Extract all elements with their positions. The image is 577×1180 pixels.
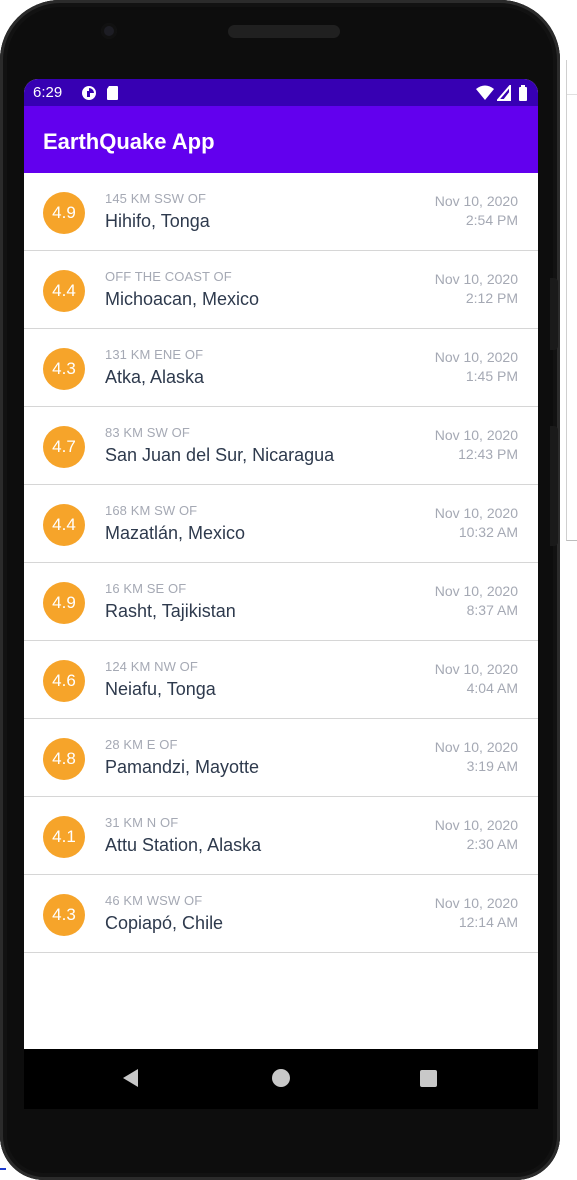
primary-location: Neiafu, Tonga	[105, 679, 216, 699]
status-time: 6:29	[33, 84, 63, 101]
location-offset: 168 KM SW OF	[105, 503, 198, 518]
quake-time: 12:14 AM	[458, 914, 518, 930]
magnitude-badge: 4.9	[43, 582, 85, 624]
background-divider	[567, 94, 577, 95]
background-window-edge	[566, 60, 577, 541]
back-icon[interactable]	[123, 1069, 138, 1087]
primary-location: Rasht, Tajikistan	[105, 601, 236, 621]
app-bar: EarthQuake App	[24, 106, 538, 173]
quake-date: Nov 10, 2020	[434, 271, 518, 287]
quake-date: Nov 10, 2020	[434, 583, 518, 599]
phone-frame: 6:29 EarthQuake App 4.9 145 KM SSW OF Hi…	[0, 0, 560, 1180]
data-saver-icon	[82, 86, 96, 100]
earthquake-list-item[interactable]: 4.4 168 KM SW OF Mazatlán, Mexico Nov 10…	[24, 485, 538, 563]
earthquake-list-item[interactable]: 4.1 31 KM N OF Attu Station, Alaska Nov …	[24, 797, 538, 875]
quake-date: Nov 10, 2020	[434, 349, 518, 365]
earthquake-list-item[interactable]: 4.3 131 KM ENE OF Atka, Alaska Nov 10, 2…	[24, 329, 538, 407]
quake-time: 3:19 AM	[466, 758, 518, 774]
quake-date: Nov 10, 2020	[434, 505, 518, 521]
quake-time: 4:04 AM	[466, 680, 518, 696]
earthquake-list-item[interactable]: 4.3 46 KM WSW OF Copiapó, Chile Nov 10, …	[24, 875, 538, 953]
quake-date: Nov 10, 2020	[434, 895, 518, 911]
background-link-fragment	[0, 1160, 6, 1170]
volume-button	[550, 278, 558, 350]
magnitude-badge: 4.6	[43, 660, 85, 702]
primary-location: Hihifo, Tonga	[105, 211, 210, 231]
quake-date: Nov 10, 2020	[434, 427, 518, 443]
location-offset: 145 KM SSW OF	[105, 191, 206, 206]
quake-date: Nov 10, 2020	[434, 817, 518, 833]
battery-icon	[519, 85, 527, 101]
location-offset: 46 KM WSW OF	[105, 893, 203, 908]
status-bar: 6:29	[24, 79, 538, 106]
quake-date: Nov 10, 2020	[434, 739, 518, 755]
earpiece-speaker	[228, 25, 340, 38]
wifi-icon	[476, 85, 494, 100]
location-offset: 28 KM E OF	[105, 737, 178, 752]
earthquake-list-item[interactable]: 4.7 83 KM SW OF San Juan del Sur, Nicara…	[24, 407, 538, 485]
primary-location: Pamandzi, Mayotte	[105, 757, 260, 777]
magnitude-badge: 4.8	[43, 738, 85, 780]
location-offset: 83 KM SW OF	[105, 425, 190, 440]
sd-card-icon	[107, 86, 118, 100]
magnitude-badge: 4.1	[43, 816, 85, 858]
primary-location: Atka, Alaska	[105, 367, 205, 387]
quake-date: Nov 10, 2020	[434, 661, 518, 677]
primary-location: Mazatlán, Mexico	[105, 523, 246, 543]
recents-icon[interactable]	[420, 1070, 437, 1087]
quake-time: 2:12 PM	[465, 290, 518, 306]
quake-time: 2:30 AM	[466, 836, 518, 852]
earthquake-list-item[interactable]: 4.6 124 KM NW OF Neiafu, Tonga Nov 10, 2…	[24, 641, 538, 719]
magnitude-badge: 4.9	[43, 192, 85, 234]
location-offset: 131 KM ENE OF	[105, 347, 204, 362]
magnitude-badge: 4.3	[43, 348, 85, 390]
magnitude-badge: 4.4	[43, 270, 85, 312]
app-title: EarthQuake App	[43, 129, 215, 154]
earthquake-list-item[interactable]: 4.8 28 KM E OF Pamandzi, Mayotte Nov 10,…	[24, 719, 538, 797]
quake-time: 12:43 PM	[458, 446, 518, 462]
navigation-bar	[24, 1049, 538, 1109]
magnitude-badge: 4.7	[43, 426, 85, 468]
front-camera	[101, 23, 117, 39]
location-offset: OFF THE COAST OF	[105, 269, 232, 284]
location-offset: 16 KM SE OF	[105, 581, 187, 596]
magnitude-badge: 4.4	[43, 504, 85, 546]
quake-time: 10:32 AM	[458, 524, 518, 540]
primary-location: San Juan del Sur, Nicaragua	[105, 445, 335, 465]
location-offset: 31 KM N OF	[105, 815, 179, 830]
quake-time: 8:37 AM	[466, 602, 518, 618]
earthquake-list-item[interactable]: 4.9 16 KM SE OF Rasht, Tajikistan Nov 10…	[24, 563, 538, 641]
cell-signal-icon	[497, 85, 511, 101]
quake-time: 2:54 PM	[465, 212, 518, 228]
primary-location: Michoacan, Mexico	[105, 289, 260, 309]
earthquake-list-item[interactable]: 4.9 145 KM SSW OF Hihifo, Tonga Nov 10, …	[24, 173, 538, 251]
location-offset: 124 KM NW OF	[105, 659, 198, 674]
primary-location: Attu Station, Alaska	[105, 835, 262, 855]
home-icon[interactable]	[272, 1069, 290, 1087]
magnitude-badge: 4.3	[43, 894, 85, 936]
power-button	[550, 426, 558, 546]
primary-location: Copiapó, Chile	[105, 913, 224, 933]
quake-date: Nov 10, 2020	[434, 193, 518, 209]
device-screen: 6:29 EarthQuake App 4.9 145 KM SSW OF Hi…	[24, 79, 538, 1103]
quake-time: 1:45 PM	[465, 368, 518, 384]
earthquake-list[interactable]: 4.9 145 KM SSW OF Hihifo, Tonga Nov 10, …	[24, 173, 538, 953]
earthquake-list-item[interactable]: 4.4 OFF THE COAST OF Michoacan, Mexico N…	[24, 251, 538, 329]
